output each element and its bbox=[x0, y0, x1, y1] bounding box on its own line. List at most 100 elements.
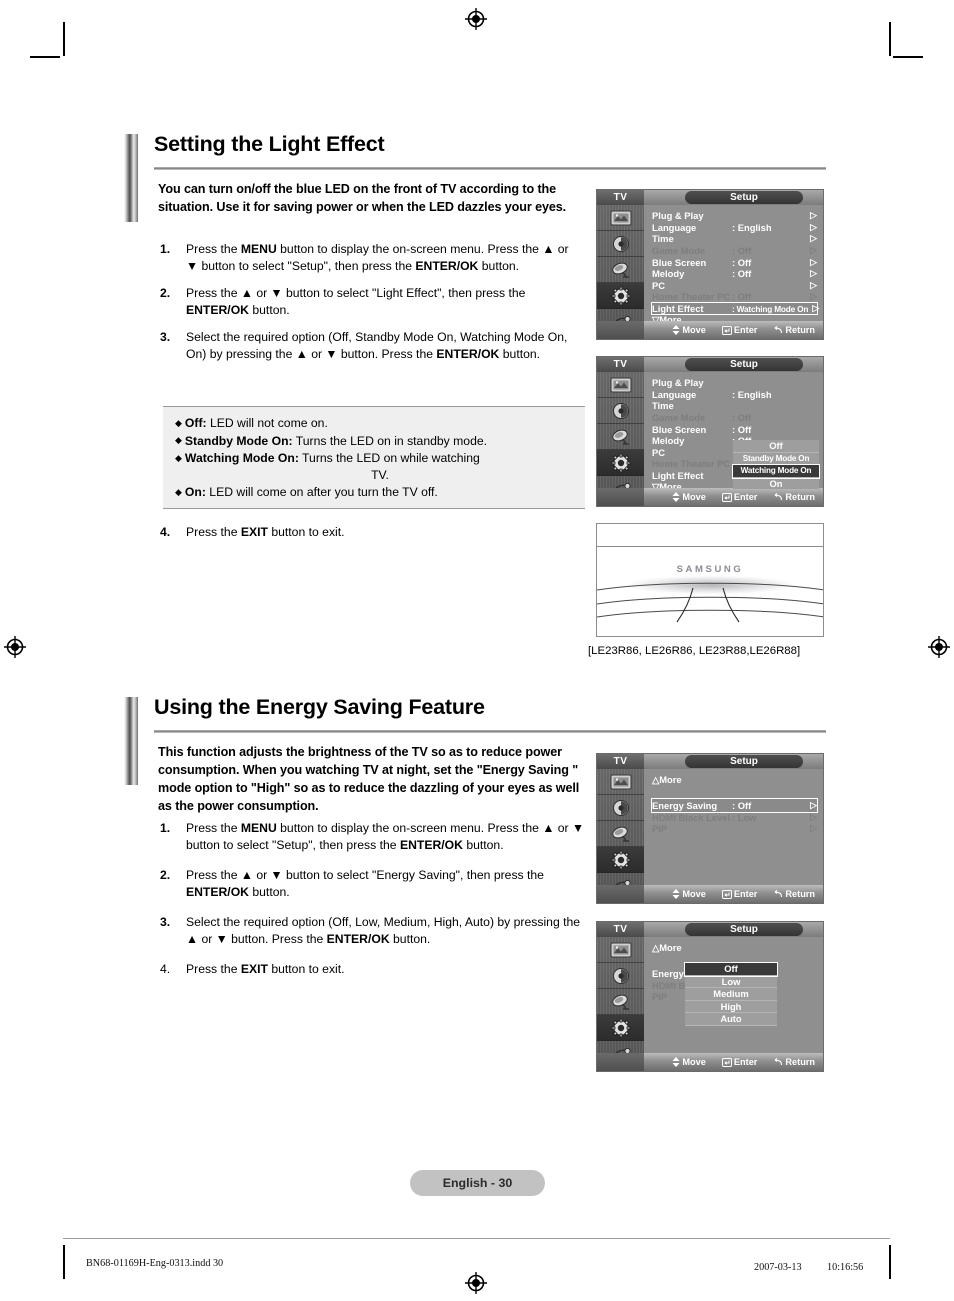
note-item: ◆ Off: LED will not come on. bbox=[175, 415, 575, 432]
step-text: Press the ▲ or ▼ button to select "Light… bbox=[186, 285, 526, 318]
osd-row[interactable]: PC ▷ bbox=[652, 280, 817, 292]
osd-row[interactable]: Plug & Play ▷ bbox=[652, 210, 817, 222]
osd-row-label: HDMI Black Level bbox=[652, 811, 731, 823]
setup-icon[interactable] bbox=[597, 1015, 644, 1041]
osd-row-label: Light Effect bbox=[652, 470, 704, 482]
osd-row-selected[interactable]: Energy Saving: Off ▷ bbox=[651, 797, 818, 813]
osd-icon-sidebar bbox=[597, 769, 644, 903]
enter-key-icon bbox=[721, 325, 732, 335]
osd-hint-enter-label: Enter bbox=[733, 492, 758, 502]
option-item[interactable]: On bbox=[733, 477, 819, 491]
channel-icon[interactable] bbox=[597, 257, 644, 283]
osd-source-label: TV bbox=[597, 190, 644, 205]
osd-row-more[interactable]: △More bbox=[652, 774, 817, 786]
osd-row[interactable]: Time ▷ bbox=[652, 233, 817, 245]
section-lead-paragraph: This function adjusts the brightness of … bbox=[158, 745, 580, 813]
section-rule bbox=[154, 167, 826, 170]
crop-mark-top-left-h bbox=[30, 56, 60, 58]
osd-row: Game Mode: Off bbox=[652, 412, 817, 424]
osd-row[interactable]: Melody: Off ▷ bbox=[652, 268, 817, 280]
step-text: Select the required option (Off, Low, Me… bbox=[186, 914, 581, 947]
osd-hint-move-label: Move bbox=[682, 492, 706, 502]
note-desc: Turns the LED on while watching bbox=[298, 451, 480, 466]
option-item[interactable]: Auto bbox=[685, 1013, 777, 1026]
note-term: Standby Mode On: bbox=[184, 433, 293, 448]
osd-setup-energy-saving-highlighted: TV Setup △More Energy Saving: Off▷ HDMI bbox=[596, 753, 824, 904]
osd-bottom-corner bbox=[597, 321, 644, 339]
sound-icon[interactable] bbox=[597, 963, 644, 989]
osd-hint-enter: Enter bbox=[721, 889, 757, 899]
section-steps: 1. Press the MENU button to display the … bbox=[160, 241, 582, 373]
note-term: Off: bbox=[184, 416, 207, 430]
bullet-icon: ◆ bbox=[175, 486, 182, 497]
picture-icon[interactable] bbox=[597, 372, 644, 398]
osd-hint-return-label: Return bbox=[785, 1057, 815, 1067]
osd-row-more[interactable]: △More bbox=[652, 942, 817, 954]
chevron-right-icon: ▷ bbox=[810, 245, 817, 256]
step-text: Press the EXIT button to exit. bbox=[186, 525, 345, 539]
osd-setup-light-effect-highlighted: TV Setup Plug & Play ▷ Language: English ▷… bbox=[596, 189, 824, 340]
chevron-right-icon: ▷ bbox=[810, 279, 817, 290]
up-down-arrow-icon bbox=[672, 492, 680, 502]
osd-hint-enter-label: Enter bbox=[733, 325, 758, 335]
chevron-right-icon: ▷ bbox=[810, 256, 817, 267]
osd-bottom-corner bbox=[597, 1053, 644, 1071]
osd-hint-bar: Move Enter Return bbox=[644, 488, 823, 506]
section-lead-paragraph: You can turn on/off the blue LED on the … bbox=[158, 182, 567, 214]
tv-product-photo: SAMSUNG bbox=[596, 523, 824, 637]
option-item[interactable]: Low bbox=[685, 975, 777, 989]
bullet-icon: ◆ bbox=[175, 417, 182, 428]
osd-row-label: PC bbox=[652, 279, 666, 291]
option-item[interactable]: Off bbox=[733, 440, 819, 453]
osd-icon-sidebar bbox=[597, 937, 644, 1071]
return-arrow-icon bbox=[775, 889, 783, 897]
step-item: 4. Press the EXIT button to exit. bbox=[160, 524, 582, 541]
option-item[interactable]: Medium bbox=[685, 988, 777, 1001]
enter-key-icon bbox=[721, 492, 732, 502]
crop-mark-bottom-left-v bbox=[63, 1245, 65, 1279]
setup-icon[interactable] bbox=[597, 450, 644, 476]
step-number: 1. bbox=[160, 242, 171, 256]
osd-row-label: △More bbox=[652, 773, 682, 785]
energy-saving-option-popup: Off Low Medium High Auto bbox=[684, 962, 778, 1026]
note-term: On: bbox=[184, 485, 206, 500]
manual-page: Setting the Light Effect You can turn on… bbox=[0, 0, 954, 1301]
enter-key-icon bbox=[721, 889, 732, 899]
channel-icon[interactable] bbox=[597, 989, 644, 1015]
picture-icon[interactable] bbox=[597, 937, 644, 963]
sound-icon[interactable] bbox=[597, 231, 644, 257]
enter-key-icon bbox=[721, 1057, 732, 1067]
setup-icon[interactable] bbox=[597, 847, 644, 873]
osd-row[interactable]: Language: English ▷ bbox=[652, 222, 817, 234]
osd-row[interactable]: Language: English bbox=[652, 389, 817, 401]
osd-icon-sidebar bbox=[597, 372, 644, 506]
section-title: Using the Energy Saving Feature bbox=[154, 695, 485, 719]
setup-icon[interactable] bbox=[597, 283, 644, 309]
osd-hint-enter-label: Enter bbox=[733, 1057, 758, 1067]
osd-row-label: Melody bbox=[652, 435, 685, 447]
osd-row: Game Mode: Off ▷ bbox=[652, 245, 817, 257]
osd-hint-move: Move bbox=[672, 889, 706, 899]
step-text: Press the MENU button to display the on-… bbox=[186, 242, 569, 274]
picture-icon[interactable] bbox=[597, 769, 644, 795]
section-step-exit: 4. Press the EXIT button to exit. bbox=[160, 524, 582, 550]
option-item-selected[interactable]: Off bbox=[684, 962, 778, 977]
sound-icon[interactable] bbox=[597, 398, 644, 424]
option-item[interactable]: High bbox=[685, 1000, 777, 1014]
option-item[interactable]: Standby Mode On bbox=[733, 452, 819, 466]
osd-row[interactable]: Blue Screen: Off bbox=[652, 423, 817, 435]
osd-row[interactable]: Blue Screen: Off ▷ bbox=[652, 256, 817, 268]
option-item-selected[interactable]: Watching Mode On bbox=[732, 464, 820, 479]
step-text: Press the ▲ or ▼ button to select "Energ… bbox=[186, 867, 544, 900]
osd-hint-return: Return bbox=[773, 325, 815, 335]
channel-icon[interactable] bbox=[597, 424, 644, 450]
osd-setup-light-effect-options: TV Setup Plug & Play Language: English T… bbox=[596, 356, 824, 507]
channel-icon[interactable] bbox=[597, 821, 644, 847]
osd-row[interactable]: Plug & Play bbox=[652, 377, 817, 389]
osd-row: Home Theater PC: Off ▷ bbox=[652, 291, 817, 303]
picture-icon[interactable] bbox=[597, 205, 644, 231]
osd-row[interactable]: Time bbox=[652, 400, 817, 412]
osd-hint-move: Move bbox=[672, 492, 706, 502]
sound-icon[interactable] bbox=[597, 795, 644, 821]
osd-row-selected[interactable]: Light Effect: Watching Mode On ▷ bbox=[651, 301, 819, 316]
